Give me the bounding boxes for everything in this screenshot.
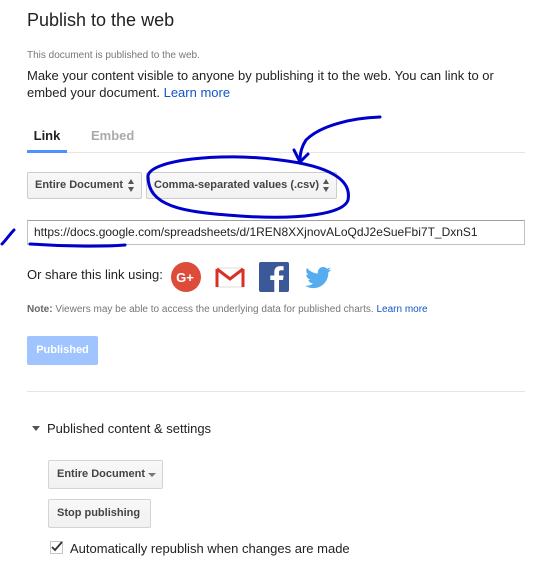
divider (27, 391, 525, 392)
scope-select-value: Entire Document (35, 179, 124, 191)
published-button[interactable]: Published (27, 336, 98, 365)
dialog-title: Publish to the web (27, 10, 175, 30)
google-plus-icon[interactable]: G+ (170, 261, 202, 293)
facebook-icon[interactable] (258, 261, 290, 293)
publish-status: This document is published to the web. (27, 50, 200, 61)
note-text: Note: Viewers may be able to access the … (27, 304, 428, 315)
caret-down-icon (148, 473, 156, 477)
updown-arrows-icon (323, 179, 330, 192)
description-text: Make your content visible to anyone by p… (27, 68, 494, 100)
format-select[interactable]: Comma-separated values (.csv) (146, 172, 337, 199)
svg-text:G+: G+ (176, 270, 194, 285)
twitter-icon[interactable] (302, 261, 334, 293)
tab-link[interactable]: Link (27, 128, 67, 153)
triangle-down-icon (32, 426, 40, 431)
updown-arrows-icon (128, 179, 135, 192)
annotation-tick (0, 228, 16, 246)
checkmark-icon (51, 541, 63, 552)
published-url-field[interactable]: https://docs.google.com/spreadsheets/d/1… (27, 220, 525, 245)
note-body: Viewers may be able to access the underl… (55, 304, 374, 315)
settings-section-toggle[interactable]: Published content & settings (32, 421, 211, 436)
share-label: Or share this link using: (27, 267, 163, 282)
tab-bar: Link Embed (27, 128, 525, 153)
gmail-icon[interactable] (214, 261, 246, 293)
scope-select[interactable]: Entire Document (27, 172, 142, 199)
format-select-value: Comma-separated values (.csv) (154, 179, 320, 191)
settings-header: Published content & settings (47, 421, 212, 436)
note-prefix: Note: (27, 304, 53, 315)
auto-republish-label[interactable]: Automatically republish when changes are… (70, 541, 350, 556)
settings-scope-select[interactable]: Entire Document (48, 460, 163, 489)
tab-embed[interactable]: Embed (91, 128, 134, 152)
publish-description: Make your content visible to anyone by p… (27, 67, 517, 101)
stop-publishing-button[interactable]: Stop publishing (48, 499, 151, 528)
auto-republish-checkbox[interactable] (50, 541, 63, 554)
learn-more-link[interactable]: Learn more (164, 85, 230, 100)
note-learn-more-link[interactable]: Learn more (376, 304, 427, 315)
settings-scope-value: Entire Document (57, 468, 146, 480)
